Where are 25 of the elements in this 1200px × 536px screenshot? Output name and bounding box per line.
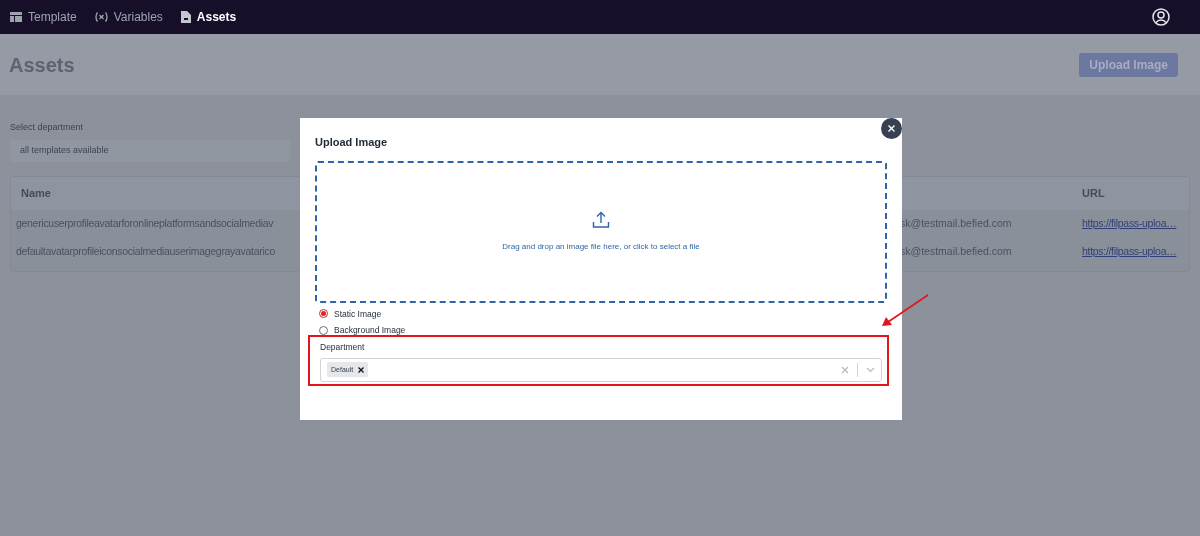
variable-icon <box>94 12 108 22</box>
table-cell-text: sk@testmail.befied.com <box>900 243 1013 259</box>
dropzone-hint: Drag and drop an image file here, or click to select a file <box>502 240 700 253</box>
table-cell-text: genericuserprofileavatarforonlineplatformsandsocialmediav <box>16 215 275 231</box>
nav-tab[interactable]: Assets <box>180 8 237 26</box>
dialog-title: Upload Image <box>315 135 389 150</box>
nav-tab[interactable]: Variables <box>94 8 163 26</box>
close-icon <box>888 125 895 132</box>
user-account-icon[interactable] <box>1152 8 1170 26</box>
file-icon <box>180 11 191 23</box>
radio-option[interactable]: Static Image <box>319 307 887 321</box>
table-cell-text: defaultavatarprofileiconsocialmediauserimagegrayavatarico <box>16 243 276 259</box>
remove-tag-icon[interactable] <box>358 366 365 373</box>
department-select[interactable]: all templates available <box>10 139 290 162</box>
upload-icon <box>592 210 610 229</box>
layout-icon <box>10 12 22 22</box>
column-header: URL <box>1082 185 1106 201</box>
nav-tab[interactable]: Template <box>10 8 77 26</box>
annotation-arrow <box>880 294 930 327</box>
file-dropzone[interactable]: Drag and drop an image file here, or click to select a file <box>315 160 887 303</box>
field-label: Department <box>320 341 366 354</box>
table-cell-text: sk@testmail.befied.com <box>900 215 1013 231</box>
field-label: Select department <box>10 121 84 134</box>
column-header: Name <box>21 185 52 201</box>
radio-option[interactable]: Background Image <box>319 324 887 337</box>
